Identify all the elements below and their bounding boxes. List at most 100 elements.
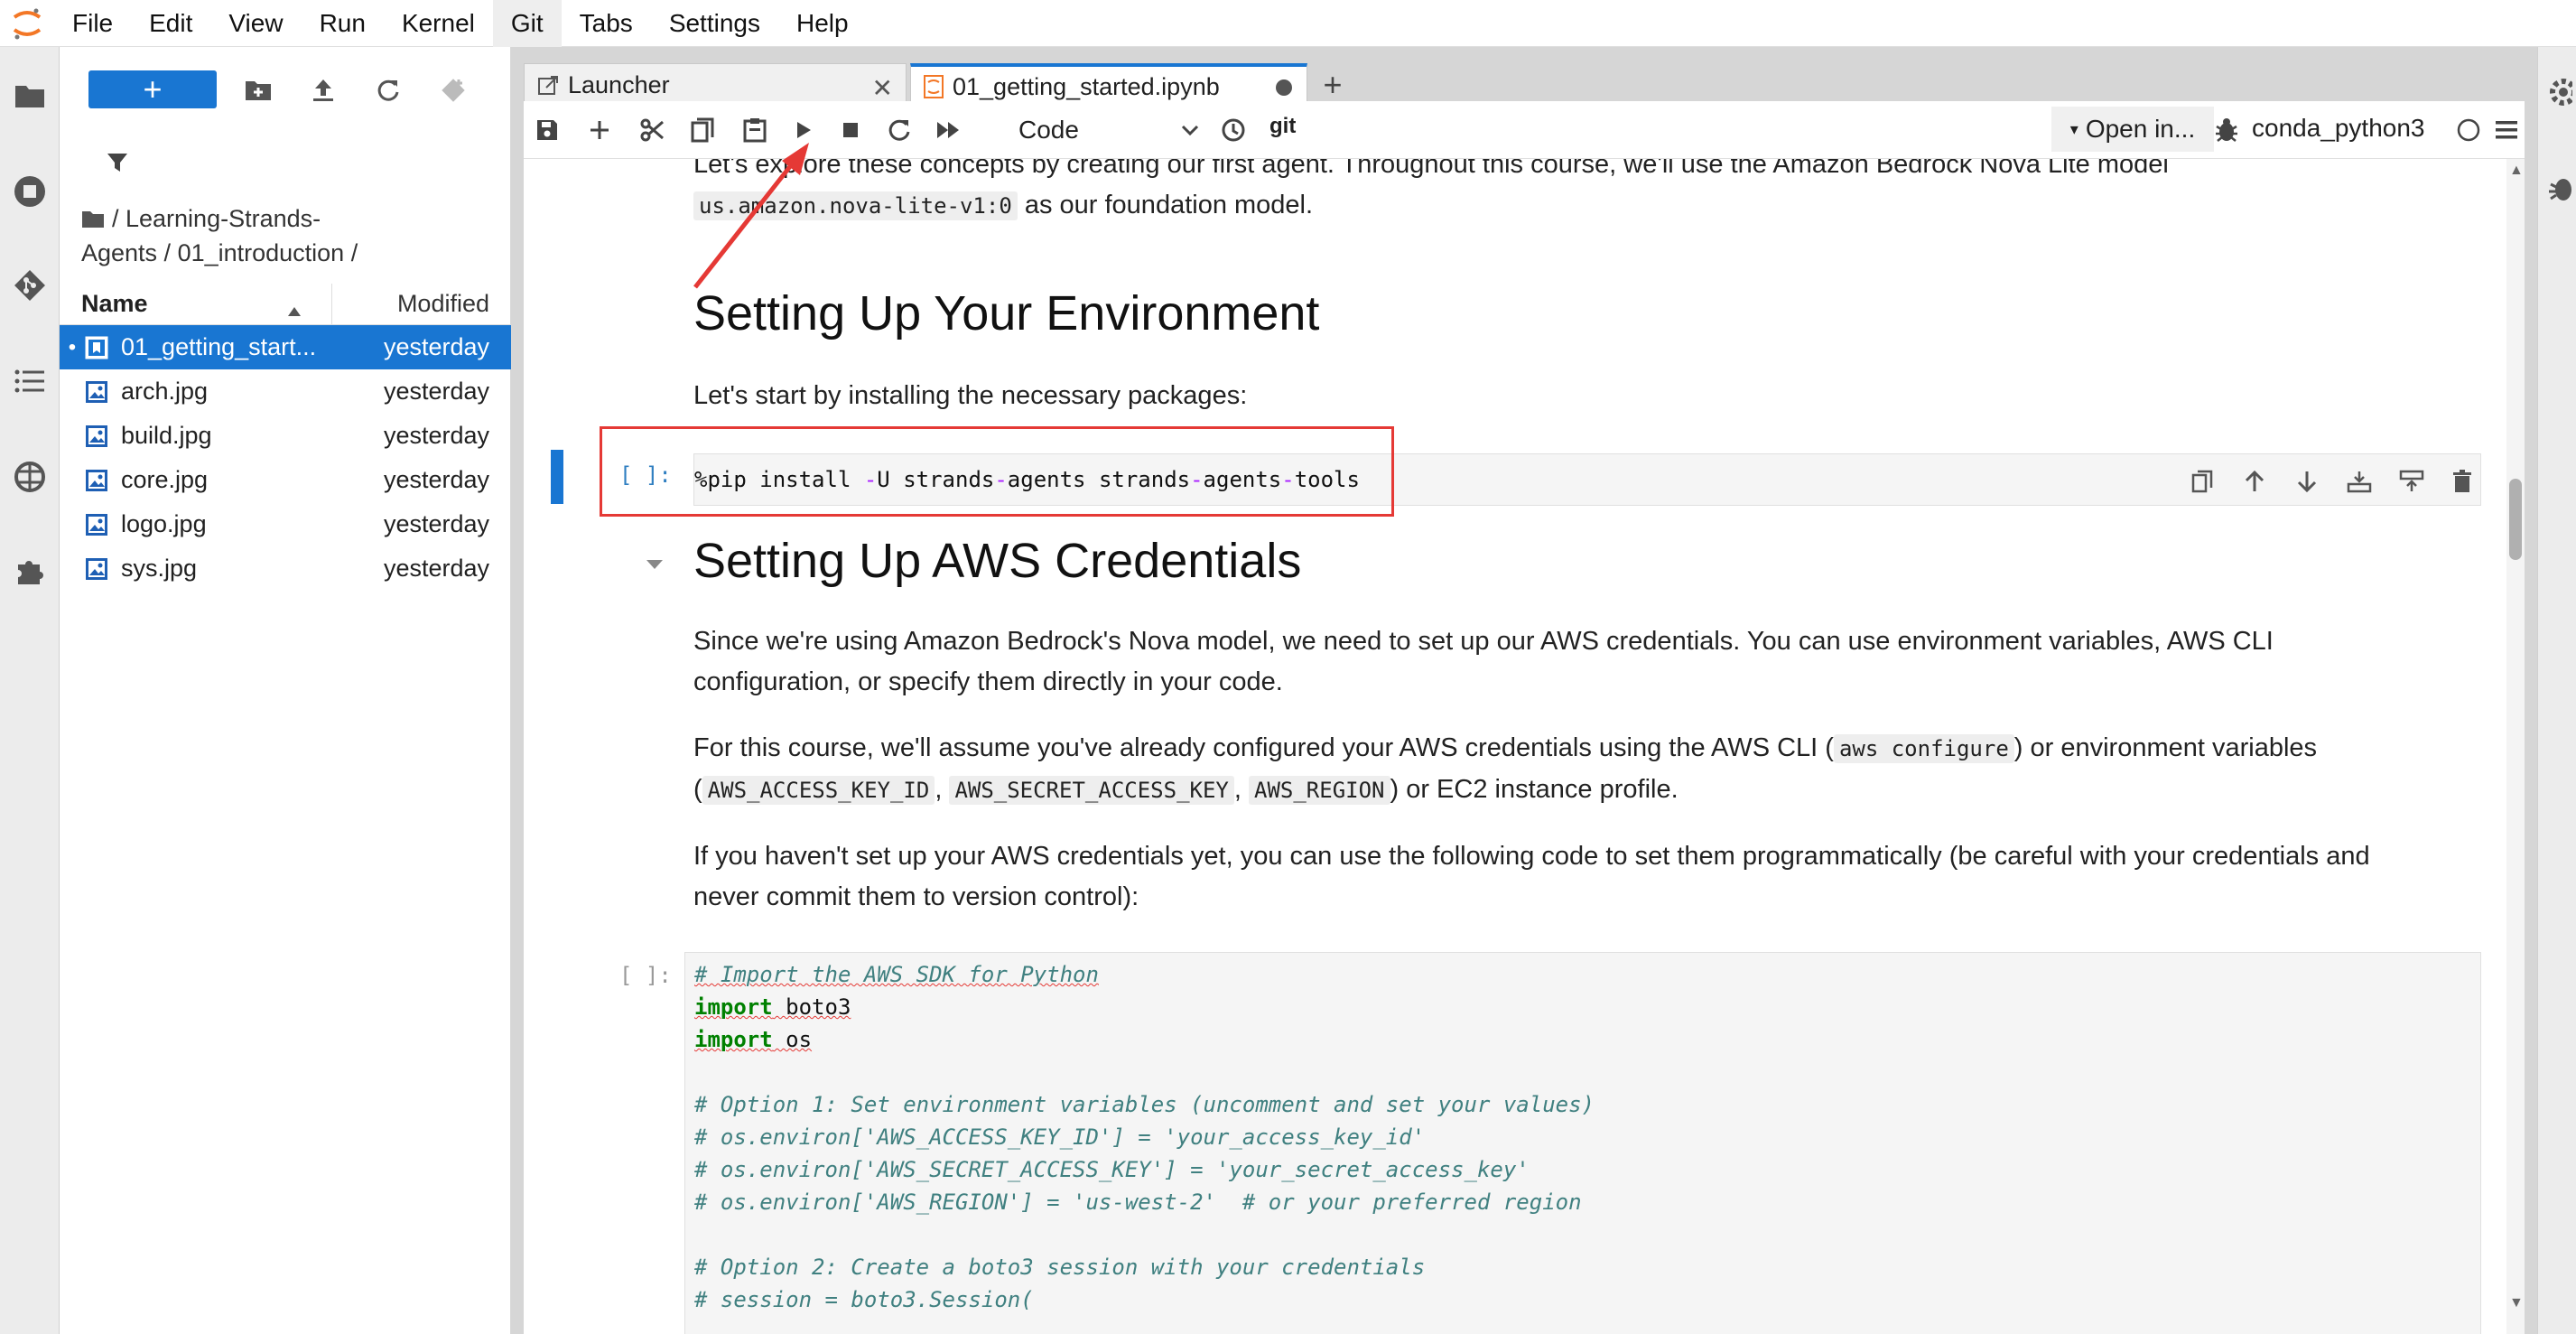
clock-icon[interactable] [1215,112,1251,148]
name-header-label: Name [81,290,148,317]
tab-notebook[interactable]: 01_getting_started.ipynb [910,63,1307,107]
insert-below-icon[interactable] [2394,463,2430,499]
vertical-scrollbar[interactable]: ▲ ▼ [2506,159,2525,1334]
menu-git[interactable]: Git [492,0,562,47]
aws-configure-code: aws configure [1833,734,2014,763]
file-name: sys.jpg [121,555,198,582]
restart-kernel-icon[interactable] [881,112,917,148]
image-icon [85,469,121,492]
kernel-name[interactable]: conda_python3 [2252,114,2425,143]
duplicate-cell-icon[interactable] [2184,463,2220,499]
markdown-intro[interactable]: Let's explore these concepts by creating… [693,159,2436,227]
code-line: # os.environ['AWS_SECRET_ACCESS_KEY'] = … [694,1157,1530,1182]
unsaved-dot-icon[interactable] [1276,79,1292,96]
extensions-puzzle-icon[interactable] [8,549,51,592]
move-up-icon[interactable] [2237,463,2273,499]
copy-icon[interactable] [684,112,721,148]
close-icon[interactable]: ✕ [872,73,893,103]
modified-column-header[interactable]: Modified [332,290,511,318]
notebook-file-icon [924,75,944,98]
menu-kernel[interactable]: Kernel [384,0,493,47]
running-sessions-icon[interactable] [8,170,51,213]
sort-ascending-icon [286,296,302,324]
file-modified: yesterday [383,333,489,360]
add-tab-button[interactable]: + [1311,65,1354,105]
menu-file[interactable]: File [54,0,131,47]
git-diff-button[interactable]: git [1269,114,1296,139]
breadcrumb[interactable]: / Learning-Strands-Agents / 01_introduct… [81,202,388,269]
left-activity-bar [0,47,60,1334]
debugger-icon[interactable] [2545,170,2572,206]
image-icon [85,557,121,581]
file-row[interactable]: build.jpg yesterday [60,414,511,458]
upload-icon[interactable] [305,72,341,108]
file-row[interactable]: sys.jpg yesterday [60,546,511,591]
paste-icon[interactable] [737,112,773,148]
restart-run-all-icon[interactable] [930,112,966,148]
delete-cell-icon[interactable] [2444,463,2480,499]
menu-view[interactable]: View [210,0,301,47]
filter-icon[interactable] [99,145,135,181]
collapse-caret-icon[interactable] [641,551,668,578]
menu-hamburger-icon[interactable] [2488,112,2525,148]
new-launcher-button[interactable]: + [88,70,217,108]
insert-above-icon[interactable] [2341,463,2377,499]
debugger-bug-icon[interactable] [2209,112,2245,148]
chevron-down-icon [1181,124,1199,136]
run-cell-icon[interactable] [786,112,822,148]
kernel-status-idle-icon [2450,112,2487,148]
git-icon[interactable] [8,264,51,307]
refresh-icon[interactable] [370,72,406,108]
env-var-code: AWS_SECRET_ACCESS_KEY [949,776,1234,805]
file-name: arch.jpg [121,378,209,405]
file-row[interactable]: arch.jpg yesterday [60,369,511,414]
file-browser-panel: + / Learning-Strands-Agents / 01_introdu… [60,47,511,1334]
code-line: import boto3 [694,994,851,1020]
add-cell-icon[interactable] [581,112,618,148]
code-line: # Option 1: Set environment variables (u… [694,1092,1595,1117]
cut-icon[interactable] [634,112,670,148]
table-of-contents-icon[interactable] [8,359,51,403]
code-line: # Option 2: Create a boto3 session with … [694,1255,1426,1280]
active-cell-indicator [551,450,563,504]
tab-launcher[interactable]: Launcher ✕ [524,63,907,107]
file-row[interactable]: core.jpg yesterday [60,458,511,502]
open-in-dropdown[interactable]: ▾ Open in... [2051,107,2214,152]
scroll-up-icon[interactable]: ▲ [2509,163,2524,179]
file-row[interactable]: • 01_getting_start... yesterday [60,325,511,369]
interrupt-kernel-icon[interactable] [832,112,869,148]
menu-settings[interactable]: Settings [651,0,778,47]
move-down-icon[interactable] [2289,463,2325,499]
cell-type-select[interactable]: Code [1018,112,1199,148]
git-clone-icon[interactable] [435,72,471,108]
ai-brain-icon[interactable] [8,455,51,499]
heading-setting-up-environment: Setting Up Your Environment [693,286,1320,340]
menu-edit[interactable]: Edit [131,0,210,47]
property-inspector-gear-icon[interactable] [2545,74,2572,110]
scrollbar-thumb[interactable] [2509,479,2522,560]
file-name: logo.jpg [121,510,207,537]
folder-icon[interactable] [8,74,51,117]
intro-text-end: as our foundation model. [1017,191,1314,219]
code-cell-aws-setup[interactable]: # Import the AWS SDK for Python import b… [684,952,2481,1334]
file-row[interactable]: logo.jpg yesterday [60,502,511,546]
file-modified: yesterday [383,555,489,582]
breadcrumb-path[interactable]: / Learning-Strands-Agents / 01_introduct… [81,205,358,266]
scroll-down-icon[interactable]: ▼ [2509,1295,2524,1311]
file-list-header: Name Modified [60,283,511,325]
menu-tabs[interactable]: Tabs [562,0,651,47]
menu-run[interactable]: Run [302,0,384,47]
markdown-aws-intro: Since we're using Amazon Bedrock's Nova … [693,627,2274,696]
name-column-header[interactable]: Name [60,283,332,325]
new-folder-icon[interactable] [240,72,276,108]
menu-help[interactable]: Help [778,0,867,47]
image-icon [85,380,121,404]
caret-down-icon: ▾ [2069,119,2078,138]
running-dot-icon: • [68,334,77,359]
code-line: # Import the AWS SDK for Python [694,962,1099,987]
main-dock-area: Launcher ✕ 01_getting_started.ipynb + Co… [511,47,2537,1334]
save-icon[interactable] [529,112,565,148]
markdown-install-intro: Let's start by installing the necessary … [693,381,1248,410]
